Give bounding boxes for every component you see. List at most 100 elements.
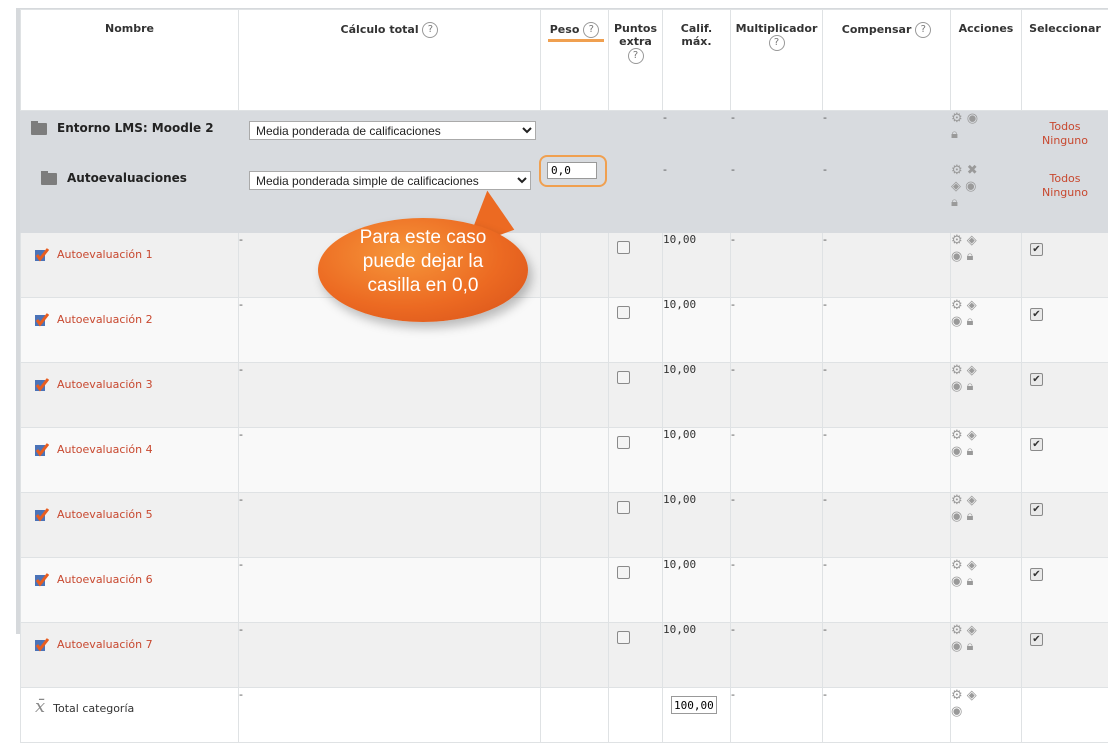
select-checkbox[interactable] <box>1030 633 1043 646</box>
help-icon[interactable]: ? <box>583 22 599 38</box>
item-name-link[interactable]: Autoevaluación 4 <box>57 443 153 456</box>
total-label: Total categoría <box>53 702 134 715</box>
col-calif-max: Calif.máx. <box>663 10 731 111</box>
edit-icon[interactable]: ◈ <box>967 558 977 573</box>
gear-icon[interactable]: ⚙ <box>951 363 963 378</box>
table-row: Autoevaluación 7 - 10,00 - - ⚙ ◈◉ 🔒︎ <box>21 623 1108 688</box>
extra-credit-checkbox[interactable] <box>617 371 630 384</box>
extra-credit-checkbox[interactable] <box>617 241 630 254</box>
eye-icon[interactable]: ◉ <box>951 249 962 264</box>
gear-icon[interactable]: ⚙ <box>951 163 963 178</box>
aggregation-select[interactable]: Media ponderada simple de calificaciones <box>249 171 531 190</box>
edit-icon[interactable]: ◈ <box>967 428 977 443</box>
col-puntos-extra: Puntosextra? <box>609 10 663 111</box>
aggregation-select[interactable]: Media ponderada de calificaciones <box>249 121 536 140</box>
lock-icon[interactable]: 🔒︎ <box>966 509 973 524</box>
gear-icon[interactable]: ⚙ <box>951 688 963 703</box>
edit-icon[interactable]: ◈ <box>967 363 977 378</box>
item-name-link[interactable]: Autoevaluación 6 <box>57 573 153 586</box>
table-row: Autoevaluación 6 - 10,00 - - ⚙ ◈◉ 🔒︎ <box>21 558 1108 623</box>
item-name-link[interactable]: Autoevaluación 7 <box>57 638 153 651</box>
eye-icon[interactable]: ◉ <box>951 379 962 394</box>
select-checkbox[interactable] <box>1030 568 1043 581</box>
actions-cell: ⚙ ◈ ◉ 🔒︎ <box>951 298 1022 363</box>
gear-icon[interactable]: ⚙ <box>951 233 963 248</box>
gear-icon[interactable]: ⚙ <box>951 623 963 638</box>
select-checkbox[interactable] <box>1030 438 1043 451</box>
lock-icon[interactable]: 🔒︎ <box>951 127 958 142</box>
lock-icon[interactable]: 🔒︎ <box>966 574 973 589</box>
extra-credit-checkbox[interactable] <box>617 566 630 579</box>
select-checkbox[interactable] <box>1030 308 1043 321</box>
help-icon[interactable]: ? <box>628 48 644 64</box>
category-name: Entorno LMS: Moodle 2 <box>57 121 214 135</box>
eye-icon[interactable]: ◉ <box>967 111 978 126</box>
checkmark-icon <box>35 508 49 522</box>
actions-cell: ⚙ ◉ 🔒︎ <box>951 111 1022 163</box>
eye-icon[interactable]: ◉ <box>951 574 962 589</box>
checkmark-icon <box>35 443 49 457</box>
table-row: Autoevaluación 5 - 10,00 - - ⚙ ◈◉ 🔒︎ <box>21 493 1108 558</box>
select-none-link[interactable]: Ninguno <box>1042 134 1088 147</box>
lock-icon[interactable]: 🔒︎ <box>966 379 973 394</box>
gear-icon[interactable]: ⚙ <box>951 428 963 443</box>
extra-credit-checkbox[interactable] <box>617 306 630 319</box>
edit-icon[interactable]: ◈ <box>967 493 977 508</box>
col-calculo-total: Cálculo total ? <box>239 10 541 111</box>
gear-icon[interactable]: ⚙ <box>951 493 963 508</box>
eye-icon[interactable]: ◉ <box>951 704 962 719</box>
actions-cell: ⚙ ◈ ◉ 🔒︎ <box>951 428 1022 493</box>
select-all-link[interactable]: Todos <box>1049 120 1080 133</box>
mean-icon: x̄ <box>35 696 45 717</box>
eye-icon[interactable]: ◉ <box>951 509 962 524</box>
select-all-link[interactable]: Todos <box>1049 172 1080 185</box>
delete-icon[interactable]: ✖ <box>967 163 978 178</box>
eye-icon[interactable]: ◉ <box>951 314 962 329</box>
lock-icon[interactable]: 🔒︎ <box>966 639 973 654</box>
gear-icon[interactable]: ⚙ <box>951 298 963 313</box>
folder-icon <box>31 123 47 135</box>
max-grade-input[interactable] <box>671 696 717 714</box>
checkmark-icon <box>35 378 49 392</box>
item-name-link[interactable]: Autoevaluación 2 <box>57 313 153 326</box>
edit-icon[interactable]: ◈ <box>967 233 977 248</box>
edit-icon[interactable]: ◈ <box>967 688 977 703</box>
select-none-link[interactable]: Ninguno <box>1042 186 1088 199</box>
edit-icon[interactable]: ◈ <box>967 623 977 638</box>
item-name-link[interactable]: Autoevaluación 1 <box>57 248 153 261</box>
item-name-link[interactable]: Autoevaluación 5 <box>57 508 153 521</box>
extra-credit-checkbox[interactable] <box>617 501 630 514</box>
eye-icon[interactable]: ◉ <box>951 639 962 654</box>
edit-icon[interactable]: ◈ <box>951 179 961 194</box>
edit-icon[interactable]: ◈ <box>967 298 977 313</box>
help-icon[interactable]: ? <box>915 22 931 38</box>
help-icon[interactable]: ? <box>769 35 785 51</box>
total-row: x̄Total categoría - - - ⚙ ◈◉ <box>21 688 1108 743</box>
gear-icon[interactable]: ⚙ <box>951 111 963 126</box>
lock-icon[interactable]: 🔒︎ <box>966 249 973 264</box>
checkmark-icon <box>35 638 49 652</box>
select-checkbox[interactable] <box>1030 373 1043 386</box>
actions-cell: ⚙ ◈ ◉ 🔒︎ <box>951 558 1022 623</box>
lock-icon[interactable]: 🔒︎ <box>966 314 973 329</box>
table-row: Autoevaluación 1 - 10,00 - - ⚙ ◈◉ 🔒︎ <box>21 233 1108 298</box>
col-peso: Peso ? <box>541 10 609 111</box>
select-checkbox[interactable] <box>1030 503 1043 516</box>
item-name-link[interactable]: Autoevaluación 3 <box>57 378 153 391</box>
extra-credit-checkbox[interactable] <box>617 631 630 644</box>
lock-icon[interactable]: 🔒︎ <box>951 195 958 210</box>
actions-cell: ⚙ ✖ ◈ ◉ 🔒︎ <box>951 163 1022 233</box>
table-row: Autoevaluación 2 - 10,00 - - ⚙ ◈◉ 🔒︎ <box>21 298 1108 363</box>
checkmark-icon <box>35 248 49 262</box>
lock-icon[interactable]: 🔒︎ <box>966 444 973 459</box>
weight-input[interactable] <box>547 162 597 179</box>
select-checkbox[interactable] <box>1030 243 1043 256</box>
eye-icon[interactable]: ◉ <box>951 444 962 459</box>
extra-credit-checkbox[interactable] <box>617 436 630 449</box>
eye-icon[interactable]: ◉ <box>965 179 976 194</box>
col-compensar: Compensar ? <box>823 10 951 111</box>
actions-cell: ⚙ ◈ ◉ 🔒︎ <box>951 233 1022 298</box>
gear-icon[interactable]: ⚙ <box>951 558 963 573</box>
help-icon[interactable]: ? <box>422 22 438 38</box>
actions-cell: ⚙ ◈ ◉ <box>951 688 1022 743</box>
